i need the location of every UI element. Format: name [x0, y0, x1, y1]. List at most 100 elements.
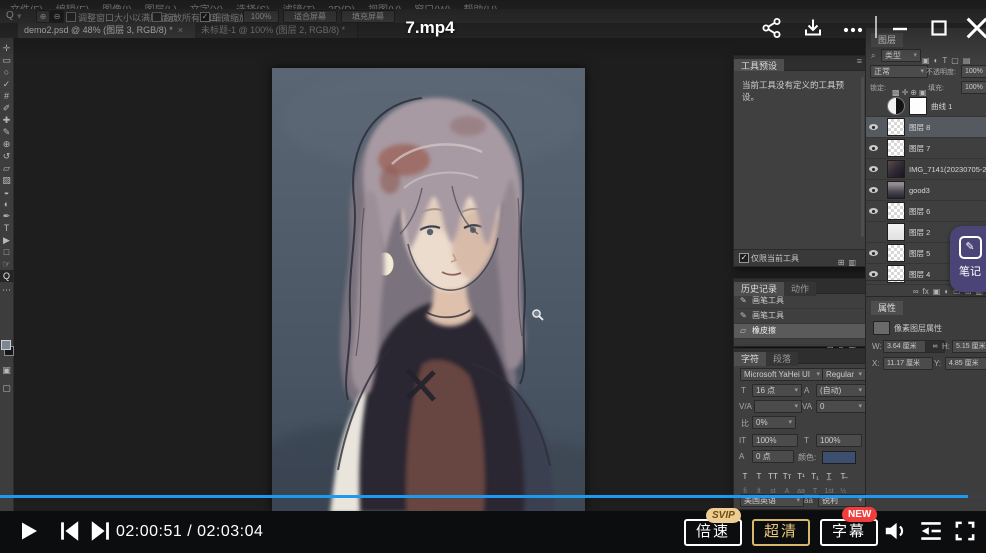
layer-thumbnail[interactable]	[887, 118, 905, 136]
font-family-select[interactable]: Microsoft YaHei UI▾	[740, 368, 824, 381]
more-options-icon[interactable]	[841, 18, 865, 42]
eyedropper-tool-icon[interactable]: ✐	[0, 102, 13, 114]
layers-footer-icon[interactable]: ▣	[933, 287, 941, 296]
scrubby-zoom-checkbox[interactable]: ✓	[200, 12, 210, 22]
fill-field[interactable]: 100%	[961, 81, 986, 94]
layer-name[interactable]: 图层 7	[909, 143, 930, 154]
layer-row[interactable]: IMG_7141(20230705-201128)	[866, 159, 986, 180]
height-field[interactable]: 5.15 厘米	[952, 340, 986, 353]
fullscreen-icon[interactable]	[952, 518, 978, 544]
maximize-icon[interactable]	[927, 16, 951, 40]
history-state-row[interactable]: ✎画笔工具	[734, 294, 866, 309]
layer-thumbnail[interactable]	[887, 139, 905, 157]
close-icon[interactable]	[963, 14, 986, 42]
blur-tool-icon[interactable]: ◒	[0, 186, 13, 198]
font-size-select[interactable]: 16 点▾	[752, 384, 802, 397]
leading-select[interactable]: (自动)▾	[816, 384, 866, 397]
layers-footer-icon[interactable]: ◐	[944, 287, 949, 296]
play-button[interactable]	[16, 518, 40, 544]
visibility-eye-icon[interactable]	[869, 271, 878, 277]
download-icon[interactable]	[801, 16, 825, 40]
layer-name[interactable]: 图层 5	[909, 248, 930, 259]
more-tools-icon[interactable]: ⋯	[0, 284, 13, 296]
shape-tool-icon[interactable]: □	[0, 246, 13, 258]
layer-thumbnail[interactable]	[887, 181, 905, 199]
quick-selection-tool-icon[interactable]: ✓	[0, 78, 13, 90]
playback-speed-button[interactable]: 倍速	[684, 519, 742, 546]
hand-tool-icon[interactable]: ☞	[0, 258, 13, 270]
layer-name[interactable]: 曲线 1	[931, 101, 952, 112]
ps-canvas[interactable]	[272, 68, 585, 511]
layer-name[interactable]: 图层 4	[909, 269, 930, 280]
marquee-tool-icon[interactable]: ▭	[0, 54, 13, 66]
y-field[interactable]: 4.85 厘米	[945, 357, 986, 370]
layers-footer-icon[interactable]: fx	[923, 287, 929, 296]
layer-row[interactable]: 图层 7	[866, 138, 986, 159]
dodge-tool-icon[interactable]: ◐	[0, 198, 13, 210]
visibility-eye-icon[interactable]	[869, 208, 878, 214]
layer-row[interactable]: 图层 6	[866, 201, 986, 222]
visibility-eye-icon[interactable]	[869, 145, 878, 151]
visibility-eye-icon[interactable]	[869, 250, 878, 256]
layer-row[interactable]: 图层 8	[866, 117, 986, 138]
visibility-eye-icon[interactable]	[869, 166, 878, 172]
layer-row[interactable]: good3	[866, 180, 986, 201]
pen-tool-icon[interactable]: ✒	[0, 210, 13, 222]
kerning-select[interactable]: ▾	[754, 400, 802, 413]
zoom-tool-icon[interactable]: Q	[0, 270, 13, 282]
foreground-color-swatch[interactable]	[1, 340, 11, 350]
quality-button[interactable]: 超清	[752, 519, 810, 546]
blend-mode-select[interactable]: 正常▾	[870, 65, 928, 78]
layer-name[interactable]: 图层 6	[909, 206, 930, 217]
previous-button[interactable]	[56, 518, 82, 544]
layer-thumbnail[interactable]	[887, 97, 905, 115]
playlist-icon[interactable]	[918, 518, 944, 544]
panel-footer-icon[interactable]: ⊞	[838, 258, 845, 267]
history-brush-tool-icon[interactable]: ↺	[0, 150, 13, 162]
eraser-tool-icon[interactable]: ▱	[0, 162, 13, 174]
move-tool-icon[interactable]: ✛	[0, 42, 13, 54]
layer-thumbnail[interactable]	[887, 244, 905, 262]
layer-filter-icon[interactable]: ◐	[934, 56, 939, 65]
path-selection-tool-icon[interactable]: ▶	[0, 234, 13, 246]
layer-name[interactable]: 图层 2	[909, 227, 930, 238]
healing-brush-tool-icon[interactable]: ✚	[0, 114, 13, 126]
notes-widget[interactable]: ✎ 笔记	[950, 226, 986, 292]
history-state-row[interactable]: ▱橡皮擦	[734, 324, 866, 339]
history-state-row[interactable]: ✎画笔工具	[734, 309, 866, 324]
document-tab-active[interactable]: demo2.psd @ 48% (图层 3, RGB/8) *×	[18, 23, 207, 38]
zoom-100-button[interactable]: 100%	[243, 10, 279, 23]
panel-footer-icon[interactable]: ▥	[848, 258, 856, 267]
screen-mode-icon[interactable]: ▢	[0, 382, 13, 394]
visibility-eye-icon[interactable]	[869, 187, 878, 193]
visibility-eye-icon[interactable]	[869, 124, 878, 130]
layer-filter-icon[interactable]: ▢	[951, 56, 959, 65]
layers-footer-icon[interactable]: ∞	[913, 287, 919, 296]
horizontal-scale-field[interactable]: 100%	[816, 434, 862, 447]
zoom-out-button[interactable]: ⊖	[50, 10, 64, 23]
layer-thumbnail[interactable]	[887, 223, 905, 241]
layer-filter-icon[interactable]: ▣	[922, 56, 930, 65]
chevron-down-icon[interactable]: ▾	[17, 11, 22, 22]
zoom-in-button[interactable]: ⊕	[36, 10, 50, 23]
gradient-tool-icon[interactable]: ▨	[0, 174, 13, 186]
layer-name[interactable]: IMG_7141(20230705-201128)	[909, 165, 986, 174]
progress-bar[interactable]	[0, 495, 986, 498]
layer-mask-thumbnail[interactable]	[909, 97, 927, 115]
text-color-swatch[interactable]	[822, 451, 856, 464]
opacity-field[interactable]: 100%	[961, 65, 986, 78]
layer-name[interactable]: 图层 8	[909, 122, 930, 133]
minimize-icon[interactable]	[888, 16, 912, 40]
panel-scrollbar[interactable]	[861, 77, 864, 237]
close-tab-icon[interactable]: ×	[178, 25, 183, 35]
layer-filter-select[interactable]: 类型▾	[881, 49, 921, 62]
layer-thumbnail[interactable]	[887, 202, 905, 220]
layer-name[interactable]: good3	[909, 186, 930, 195]
panel-menu-icon[interactable]: ≡	[857, 56, 862, 66]
subtitle-button[interactable]: 字幕	[820, 519, 878, 546]
volume-icon[interactable]	[882, 518, 908, 544]
font-style-select[interactable]: Regular▾	[822, 368, 866, 381]
type-tool-icon[interactable]: T	[0, 222, 13, 234]
layer-row[interactable]: 曲线 1	[866, 96, 986, 117]
current-tool-only-checkbox[interactable]: ✓	[739, 253, 749, 263]
